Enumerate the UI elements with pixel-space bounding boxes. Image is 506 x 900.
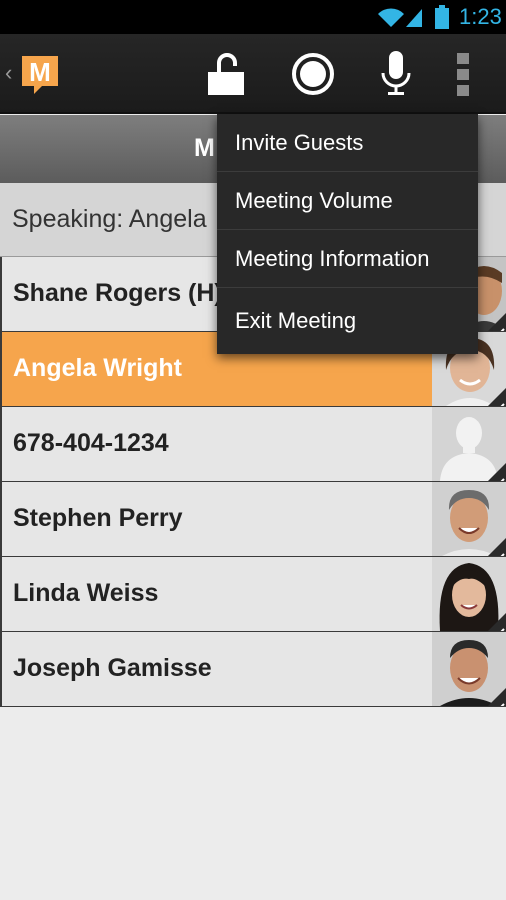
menu-item-meeting-information[interactable]: Meeting Information [217,230,478,288]
lock-button[interactable] [196,34,256,114]
participant-name: Linda Weiss [13,579,159,607]
status-time: 1:23 [459,4,502,29]
participant-name: Angela Wright [13,354,182,382]
participant-name: 678-404-1234 [13,429,169,457]
signal-icon [406,9,422,27]
overflow-menu: Invite Guests Meeting Volume Meeting Inf… [217,114,478,354]
participant-avatar [432,632,506,706]
conference-title: M [194,134,215,162]
mute-button[interactable] [366,34,426,114]
status-bar: 1:23 [0,0,506,34]
participant-row[interactable]: Linda Weiss [0,557,506,632]
overflow-menu-button[interactable] [433,34,493,114]
record-button[interactable] [283,34,343,114]
wifi-icon [378,8,404,27]
meeting-screen: 1:23 ‹ M M Speaking: Angela Shane Rogers… [0,0,506,900]
menu-item-exit-meeting[interactable]: Exit Meeting [217,288,478,354]
overflow-menu-icon [457,53,469,96]
menu-item-meeting-volume[interactable]: Meeting Volume [217,172,478,230]
speaking-text: Speaking: Angela [12,205,207,233]
participant-row[interactable]: 678-404-1234 [0,407,506,482]
participant-row[interactable]: Stephen Perry [0,482,506,557]
menu-item-invite-guests[interactable]: Invite Guests [217,114,478,172]
action-bar: ‹ M [0,34,506,114]
microphone-icon [381,51,411,95]
participant-avatar [432,407,506,481]
participant-row[interactable]: Joseph Gamisse [0,632,506,707]
lock-open-icon [208,53,244,95]
participant-avatar [432,557,506,631]
app-logo-icon[interactable]: M [20,54,60,96]
participant-name: Stephen Perry [13,504,183,532]
participant-avatar [432,482,506,556]
participant-name: Shane Rogers (H) [13,279,223,307]
record-icon [292,53,334,95]
app-logo-letter: M [29,57,51,87]
up-navigation-icon[interactable]: ‹ [5,60,12,86]
battery-icon [435,5,449,29]
participant-name: Joseph Gamisse [13,654,212,682]
